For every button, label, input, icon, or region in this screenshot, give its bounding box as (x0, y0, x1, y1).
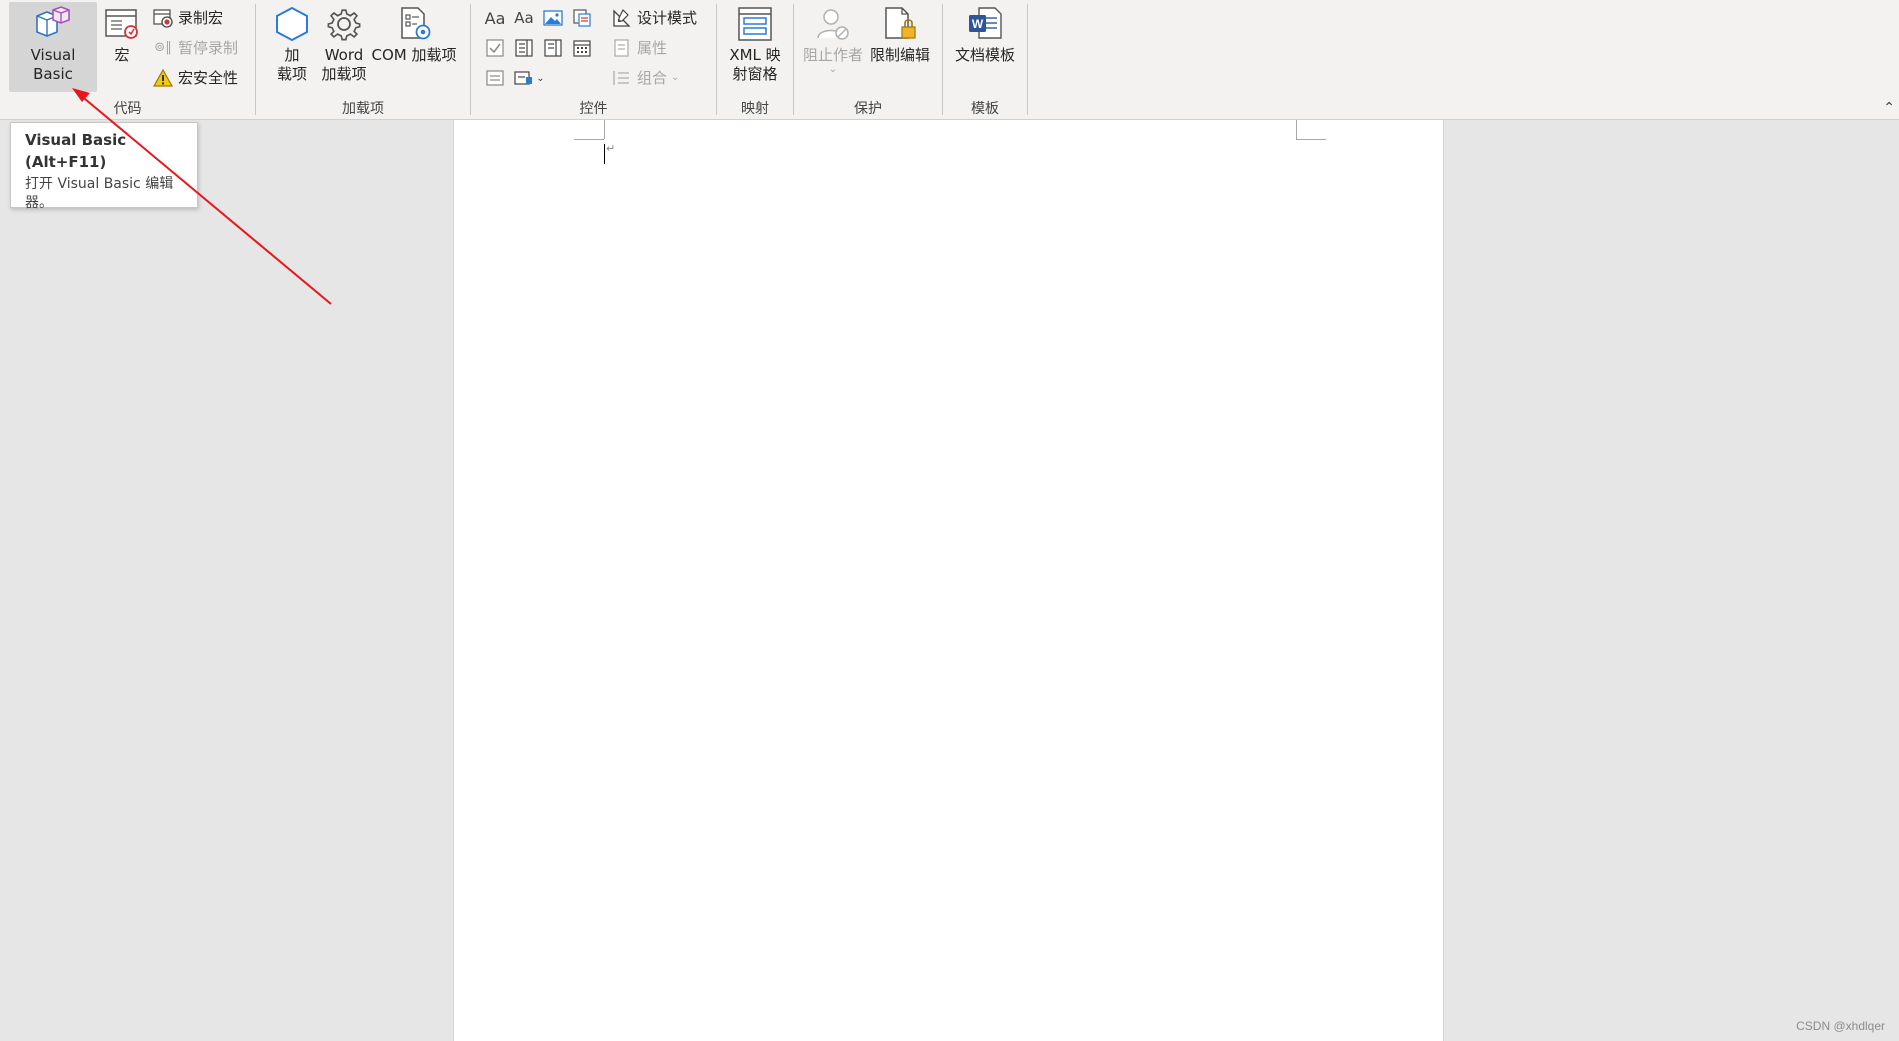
group-addins-label: 加载项 (342, 101, 384, 117)
rich-text-control-icon[interactable]: Aa (483, 6, 507, 30)
tooltip-description-line2: 器。 (25, 195, 53, 211)
date-picker-control-icon[interactable] (570, 36, 594, 60)
record-macro-label: 录制宏 (178, 9, 224, 27)
crop-mark-top-left-h (574, 139, 604, 140)
macros-button[interactable]: 宏 (102, 2, 142, 92)
addins-label-line1: 加 (284, 46, 300, 64)
ribbon: Visual Basic 宏 录制宏 ⊚‖ 暂停录制 宏安全性 代码 加 载项 … (0, 0, 1899, 120)
paragraph-mark: ↵ (606, 142, 616, 155)
group-templates: W 文档模板 模板 (943, 0, 1027, 120)
watermark: CSDN @xhdlqer (1796, 1019, 1885, 1033)
crop-mark-top-right-v (1296, 120, 1297, 139)
dropdown-list-control-icon[interactable] (541, 36, 565, 60)
visual-basic-icon (36, 6, 70, 37)
block-authors-label: 阻止作者 (802, 46, 863, 64)
word-addins-label-line1: Word (324, 46, 364, 64)
chevron-down-icon: ⌄ (536, 72, 545, 84)
visual-basic-tooltip: Visual Basic (Alt+F11) 打开 Visual Basic 编… (10, 122, 198, 211)
macros-label: 宏 (114, 46, 130, 64)
pause-icon: ⊚‖ (154, 40, 172, 55)
building-block-control-icon[interactable] (570, 6, 594, 30)
plain-text-control-icon[interactable]: Aa (512, 6, 536, 30)
group-protect-label: 保护 (854, 101, 882, 117)
properties-label: 属性 (637, 39, 668, 57)
crop-mark-top-left-v (604, 120, 605, 139)
lock-document-icon (885, 7, 916, 39)
legacy-tools-icon[interactable]: ⌄ (511, 66, 547, 90)
visual-basic-button[interactable]: Visual Basic (9, 2, 97, 92)
group-button[interactable]: 组合 ⌄ (611, 66, 679, 90)
document-template-label: 文档模板 (954, 46, 1015, 64)
tooltip-title: Visual Basic (Alt+F11) (25, 131, 127, 171)
checkbox-control-icon[interactable] (483, 36, 507, 60)
chevron-down-icon: ⌄ (671, 72, 680, 83)
tooltip-description-line1: 打开 Visual Basic 编辑 (25, 176, 174, 192)
design-mode-button[interactable]: 设计模式 (611, 6, 697, 30)
word-document-icon: W (969, 7, 1002, 39)
gear-icon (327, 9, 361, 41)
xml-pane-label-line1: XML 映 (729, 46, 781, 64)
group-controls: Aa Aa ⌄ 设计模式 属性 组合 ⌄ 控件 (471, 0, 716, 120)
group-addins: 加 载项 Word 加载项 COM 加载项 加载项 (256, 0, 470, 120)
chevron-down-icon: ⌄ (828, 64, 838, 75)
record-macro-icon (153, 9, 173, 28)
repeating-section-control-icon[interactable] (483, 66, 507, 90)
hexagon-icon (276, 6, 308, 42)
text-cursor (604, 144, 605, 164)
group-protect: 阻止作者 ⌄ 限制编辑 保护 (794, 0, 942, 120)
visual-basic-label: Visual Basic (30, 46, 76, 83)
svg-text:W: W (972, 17, 984, 31)
group-icon (613, 71, 629, 85)
collapse-ribbon-icon[interactable]: ⌃ (1883, 100, 1895, 116)
warning-icon (152, 68, 174, 87)
group-templates-label: 模板 (971, 101, 999, 117)
properties-icon (614, 39, 629, 57)
com-addins-icon (401, 7, 431, 40)
design-mode-label: 设计模式 (637, 9, 698, 27)
word-addins-label-line2: 加载项 (321, 65, 367, 83)
macro-security-label: 宏安全性 (178, 69, 239, 87)
group-controls-label: 控件 (579, 101, 608, 117)
xml-mapping-icon (738, 7, 772, 41)
group-mapping: XML 映 射窗格 映射 (717, 0, 793, 120)
group-label: 组合 (637, 69, 668, 87)
xml-pane-label-line2: 射窗格 (732, 65, 778, 83)
addins-label-line2: 载项 (276, 65, 307, 83)
xml-mapping-pane-button[interactable]: XML 映 射窗格 (725, 2, 785, 92)
restrict-editing-label: 限制编辑 (869, 46, 930, 64)
pause-recording-button[interactable]: ⊚‖ 暂停录制 (152, 36, 238, 60)
restrict-editing-button[interactable]: 限制编辑 (866, 2, 934, 92)
block-authors-icon (817, 9, 849, 40)
properties-button[interactable]: 属性 (611, 36, 667, 60)
group-code: Visual Basic 宏 录制宏 ⊚‖ 暂停录制 宏安全性 代码 (0, 0, 255, 120)
separator (1027, 4, 1028, 115)
com-addins-label: COM 加载项 (371, 46, 457, 64)
addins-button[interactable]: 加 载项 (272, 2, 312, 92)
block-authors-button[interactable]: 阻止作者 ⌄ (802, 2, 864, 92)
crop-mark-top-right-h (1296, 139, 1326, 140)
group-code-label: 代码 (113, 101, 142, 117)
document-page[interactable]: ↵ (453, 120, 1444, 1041)
pause-recording-label: 暂停录制 (178, 39, 239, 57)
macros-icon (105, 9, 138, 39)
com-addins-button[interactable]: COM 加载项 (370, 2, 458, 92)
macro-security-button[interactable]: 宏安全性 (152, 66, 238, 90)
document-template-button[interactable]: W 文档模板 (951, 2, 1019, 92)
word-addins-button[interactable]: Word 加载项 (318, 2, 370, 92)
design-mode-icon (613, 8, 631, 27)
picture-control-icon[interactable] (541, 6, 565, 30)
record-macro-button[interactable]: 录制宏 (152, 6, 223, 30)
combo-box-control-icon[interactable] (512, 36, 536, 60)
group-mapping-label: 映射 (741, 101, 769, 117)
